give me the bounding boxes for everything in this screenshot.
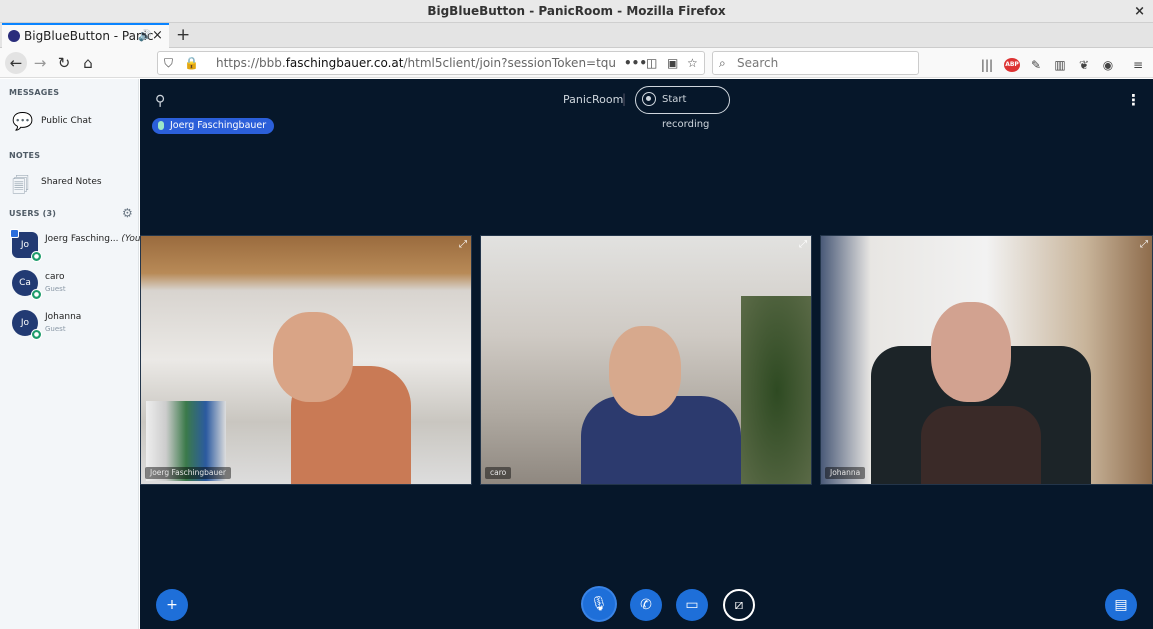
user-list-item[interactable]: Jo ● Joerg Fasching... (You) (10, 229, 144, 262)
talking-indicator[interactable]: Joerg Faschingbauer (152, 118, 275, 134)
presenter-icon (10, 229, 19, 238)
user-list-toggle-icon[interactable]: ⚲ (155, 93, 165, 109)
gear-icon[interactable]: ⚙ (122, 206, 133, 220)
avatar: Ca ● (12, 270, 42, 300)
mute-button[interactable]: 🎙 (583, 588, 615, 620)
screenshot-icon[interactable]: ▣ (667, 52, 678, 74)
user-list-item[interactable]: Ca ● caro Guest (12, 270, 137, 300)
record-icon (642, 92, 656, 106)
menu-icon[interactable]: ≡ (1130, 58, 1146, 72)
window-titlebar: BigBlueButton - PanicRoom - Mozilla Fire… (0, 0, 1153, 23)
meeting-area: ⚲ PanicRoom | Start recording ⋮ Joerg Fa… (140, 79, 1153, 629)
speaker-icon[interactable]: 🔊 (138, 25, 152, 47)
pocket-icon[interactable]: ◫ (646, 52, 657, 74)
navigation-bar: ← → ↻ ⌂ ⛉ 🔒 https://bbb.faschingbauer.co… (0, 48, 1153, 78)
home-icon[interactable]: ⌂ (77, 52, 99, 74)
mic-status-icon: ● (31, 251, 42, 262)
search-icon: ⌕ (719, 56, 726, 70)
extension-bird-icon[interactable]: ❦ (1076, 58, 1092, 72)
mic-icon (158, 121, 164, 130)
library-icon[interactable]: ||| (979, 58, 995, 72)
mic-status-icon: ● (31, 289, 42, 300)
users-header: USERS (3) (9, 209, 57, 218)
url-text: https://bbb.faschingbauer.co.at/html5cli… (216, 56, 616, 70)
fullscreen-icon[interactable]: ⤢ (459, 239, 467, 250)
url-bar[interactable]: ⛉ 🔒 https://bbb.faschingbauer.co.at/html… (157, 51, 705, 75)
video-face-shape (273, 312, 353, 402)
tab-title: BigBlueButton - Panic (24, 29, 154, 43)
extension-icon[interactable]: ✎ (1028, 58, 1044, 72)
presentation-button[interactable]: ▤ (1105, 589, 1137, 621)
phone-icon: ✆ (640, 597, 652, 613)
user-name: caro (45, 272, 65, 282)
video-person-shape (921, 406, 1041, 484)
tab-close-icon[interactable]: × (152, 25, 163, 47)
video-user-name: Johanna (825, 467, 866, 479)
user-name: Johanna (45, 312, 82, 322)
forward-icon[interactable]: → (29, 52, 51, 74)
audio-hangup-button[interactable]: ✆ (630, 589, 662, 621)
avatar: Jo ● (12, 310, 42, 340)
messages-header: MESSAGES (9, 88, 60, 97)
start-recording-button[interactable]: Start recording (635, 86, 730, 130)
screenshare-button[interactable]: ⧄ (723, 589, 755, 621)
search-input[interactable]: ⌕ Search (712, 51, 919, 75)
window-title: BigBlueButton - PanicRoom - Mozilla Fire… (427, 4, 726, 18)
back-icon[interactable]: ← (5, 52, 27, 74)
mic-status-icon: ● (31, 329, 42, 340)
room-name: PanicRoom (563, 93, 624, 106)
plus-icon: + (166, 597, 178, 613)
reload-icon[interactable]: ↻ (53, 52, 75, 74)
fullscreen-icon[interactable]: ⤢ (1140, 239, 1148, 250)
video-tile[interactable]: ⤢ caro (480, 235, 812, 485)
notes-header: NOTES (9, 151, 41, 160)
screenshare-icon: ⧄ (734, 597, 744, 613)
sidebar-toggle-icon[interactable]: ▥ (1052, 58, 1068, 72)
page-actions-icon[interactable]: ••• (624, 52, 647, 74)
shield-icon[interactable]: ⛉ (164, 52, 173, 74)
tab-strip: BigBlueButton - Panic 🔊 × (0, 23, 1153, 48)
video-user-name: Joerg Faschingbauer (145, 467, 231, 479)
video-face-shape (609, 326, 681, 416)
public-chat-label: Public Chat (41, 116, 92, 126)
bbb-favicon-icon (8, 30, 20, 42)
lock-icon[interactable]: 🔒 (184, 52, 199, 74)
account-icon[interactable]: ◉ (1100, 58, 1116, 72)
video-user-name: caro (485, 467, 512, 479)
presentation-icon: ▤ (1114, 597, 1128, 613)
user-role: Guest (45, 285, 66, 293)
video-plant-shape (741, 296, 811, 484)
adblock-icon[interactable]: ABP (1004, 58, 1020, 72)
header-divider: | (622, 92, 627, 106)
user-name: Joerg Fasching... (You) (45, 234, 145, 244)
webcam-button[interactable]: ▭ (676, 589, 708, 621)
window-close-icon[interactable]: × (1134, 0, 1145, 23)
user-role: Guest (45, 325, 66, 333)
actions-plus-button[interactable]: + (156, 589, 188, 621)
user-list-item[interactable]: Jo ● Johanna Guest (12, 310, 137, 340)
new-tab-icon[interactable]: + (176, 23, 190, 47)
microphone-icon: 🎙 (590, 596, 608, 612)
browser-tab[interactable]: BigBlueButton - Panic 🔊 × (2, 23, 169, 48)
camera-icon: ▭ (685, 597, 699, 613)
notes-icon: 🗐 (12, 176, 29, 196)
avatar: Jo ● (10, 229, 42, 262)
chat-icon: 💬 (12, 112, 34, 132)
video-tile[interactable]: ⤢ Joerg Faschingbauer (140, 235, 472, 485)
video-tile[interactable]: ⤢ Johanna (820, 235, 1153, 485)
fullscreen-icon[interactable]: ⤢ (799, 239, 807, 250)
bookmark-star-icon[interactable]: ☆ (687, 52, 698, 74)
video-face-shape (931, 302, 1011, 402)
bbb-sidebar: MESSAGES 💬 Public Chat NOTES 🗐 Shared No… (0, 79, 144, 629)
options-menu-icon[interactable]: ⋮ (1126, 91, 1141, 109)
shared-notes-label: Shared Notes (41, 177, 102, 187)
search-placeholder: Search (737, 56, 779, 70)
